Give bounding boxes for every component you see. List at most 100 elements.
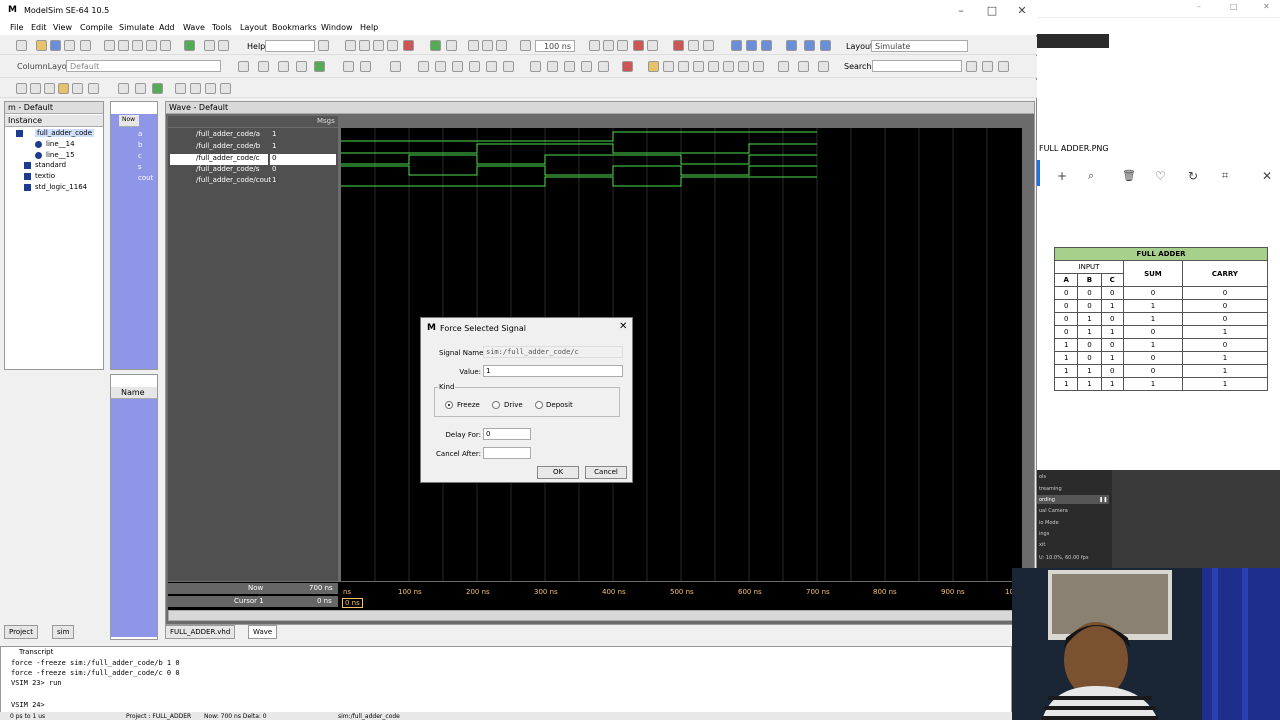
- transcript-pane[interactable]: Transcript force -freeze sim:/full_adder…: [0, 646, 1012, 714]
- obs-settings[interactable]: ings: [1039, 531, 1049, 537]
- tab-sim[interactable]: sim: [52, 625, 75, 639]
- profile-icon[interactable]: [703, 40, 714, 51]
- tree-item-line-14[interactable]: line__14: [46, 140, 75, 148]
- add-icon[interactable]: +: [1057, 169, 1067, 183]
- zoom-in-icon[interactable]: [564, 61, 575, 72]
- open-icon[interactable]: [36, 40, 47, 51]
- edge-8-icon[interactable]: [753, 61, 764, 72]
- edge-4-icon[interactable]: [693, 61, 704, 72]
- wave-horizontal-scrollbar[interactable]: [168, 610, 1022, 621]
- layout-tool-7-icon[interactable]: [220, 83, 231, 94]
- menu-view[interactable]: View: [53, 23, 72, 32]
- menu-edit[interactable]: Edit: [31, 23, 47, 32]
- run-length-input[interactable]: 100 ns: [535, 40, 575, 52]
- zoom-mode-icon[interactable]: [547, 61, 558, 72]
- rotate-icon[interactable]: ↻: [1188, 169, 1198, 183]
- radix-3-icon[interactable]: [452, 61, 463, 72]
- sim-tool-1-icon[interactable]: [345, 40, 356, 51]
- step-into-icon[interactable]: [731, 40, 742, 51]
- copy-icon[interactable]: [118, 40, 129, 51]
- restart-icon[interactable]: [520, 40, 531, 51]
- cursor-lock-icon[interactable]: [818, 61, 829, 72]
- layout-select[interactable]: Simulate: [871, 40, 968, 52]
- code-coverage-icon[interactable]: [688, 40, 699, 51]
- menu-help[interactable]: Help: [360, 23, 378, 32]
- pause-icon[interactable]: ❚❚: [1099, 497, 1107, 503]
- step-over-icon[interactable]: [746, 40, 757, 51]
- obs-virtual-camera[interactable]: ual Camera: [1039, 508, 1068, 514]
- step-back-over-icon[interactable]: [804, 40, 815, 51]
- performance-icon[interactable]: [673, 40, 684, 51]
- menu-simulate[interactable]: Simulate: [119, 23, 154, 32]
- dialog-close-icon[interactable]: ✕: [619, 321, 627, 332]
- object-c[interactable]: c: [138, 152, 142, 160]
- run-icon[interactable]: [589, 40, 600, 51]
- object-cout[interactable]: cout: [138, 174, 153, 182]
- radix-1-icon[interactable]: [418, 61, 429, 72]
- step-back-icon[interactable]: [786, 40, 797, 51]
- cancel-after-input[interactable]: [483, 447, 531, 459]
- obs-start-streaming[interactable]: treaming: [1039, 486, 1062, 492]
- zoom-icon[interactable]: ⌕: [1088, 169, 1094, 183]
- viewer-close-icon[interactable]: ✕: [1263, 2, 1270, 11]
- up-icon[interactable]: [468, 40, 479, 51]
- signal-row[interactable]: /full_adder_code/cout: [170, 176, 271, 187]
- viewer-minimize-icon[interactable]: –: [1197, 2, 1201, 11]
- object-s[interactable]: s: [138, 163, 142, 171]
- tree-item-textio[interactable]: textio: [35, 172, 55, 180]
- paste-icon[interactable]: [132, 40, 143, 51]
- back-icon[interactable]: [482, 40, 493, 51]
- tree-item-standard[interactable]: standard: [35, 161, 66, 169]
- zoom-fit-icon[interactable]: [44, 83, 55, 94]
- tree-item-std-logic-1164[interactable]: std_logic_1164: [35, 183, 87, 191]
- cut-signal-icon[interactable]: [343, 61, 354, 72]
- stop-icon[interactable]: [633, 40, 644, 51]
- cursor-add-icon[interactable]: [778, 61, 789, 72]
- sim-tool-3-icon[interactable]: [373, 40, 384, 51]
- sim-tool-4-icon[interactable]: [387, 40, 398, 51]
- menu-tools[interactable]: Tools: [212, 23, 232, 32]
- edge-2-icon[interactable]: [663, 61, 674, 72]
- undo-icon[interactable]: [146, 40, 157, 51]
- ok-button[interactable]: OK: [537, 466, 579, 479]
- freeze-radio[interactable]: [445, 401, 453, 409]
- search-input[interactable]: [872, 60, 962, 72]
- viewer-maximize-icon[interactable]: □: [1230, 2, 1238, 11]
- wave-tool-5-icon[interactable]: [314, 61, 325, 72]
- format-icon[interactable]: [218, 40, 229, 51]
- radix-4-icon[interactable]: [469, 61, 480, 72]
- radix-5-icon[interactable]: [486, 61, 497, 72]
- deposit-radio[interactable]: [535, 401, 543, 409]
- zoom-box-icon[interactable]: [58, 83, 69, 94]
- radix-2-icon[interactable]: [435, 61, 446, 72]
- object-b[interactable]: b: [138, 141, 142, 149]
- favorite-icon[interactable]: ♡: [1155, 169, 1166, 183]
- new-icon[interactable]: [16, 40, 27, 51]
- step-icon[interactable]: [647, 40, 658, 51]
- dataflow-icon[interactable]: [430, 40, 441, 51]
- wave-tool-4-icon[interactable]: [296, 61, 307, 72]
- forward-icon[interactable]: [496, 40, 507, 51]
- compile-icon[interactable]: [184, 40, 195, 51]
- save-icon[interactable]: [50, 40, 61, 51]
- crop-icon[interactable]: ⌗: [1222, 169, 1228, 183]
- signal-row[interactable]: /full_adder_code/a: [170, 130, 268, 141]
- edge-6-icon[interactable]: [723, 61, 734, 72]
- menu-layout[interactable]: Layout: [240, 23, 267, 32]
- menu-window[interactable]: Window: [321, 23, 353, 32]
- wave-tool-2-icon[interactable]: [258, 61, 269, 72]
- zoom-tool-6-icon[interactable]: [88, 83, 99, 94]
- menu-file[interactable]: File: [10, 23, 23, 32]
- tree-item-full-adder-code[interactable]: full_adder_code: [35, 129, 95, 137]
- signal-row-selected[interactable]: /full_adder_code/c: [170, 154, 268, 165]
- zoom-tool-5-icon[interactable]: [72, 83, 83, 94]
- zoom-out-icon[interactable]: [581, 61, 592, 72]
- tab-project[interactable]: Project: [4, 625, 38, 639]
- delete-signal-icon[interactable]: [390, 61, 401, 72]
- obs-recording[interactable]: ording: [1039, 497, 1055, 503]
- edge-7-icon[interactable]: [738, 61, 749, 72]
- menu-compile[interactable]: Compile: [80, 23, 113, 32]
- sim-tool-2-icon[interactable]: [359, 40, 370, 51]
- layout-tool-4-icon[interactable]: [175, 83, 186, 94]
- tab-wave[interactable]: Wave: [248, 625, 278, 639]
